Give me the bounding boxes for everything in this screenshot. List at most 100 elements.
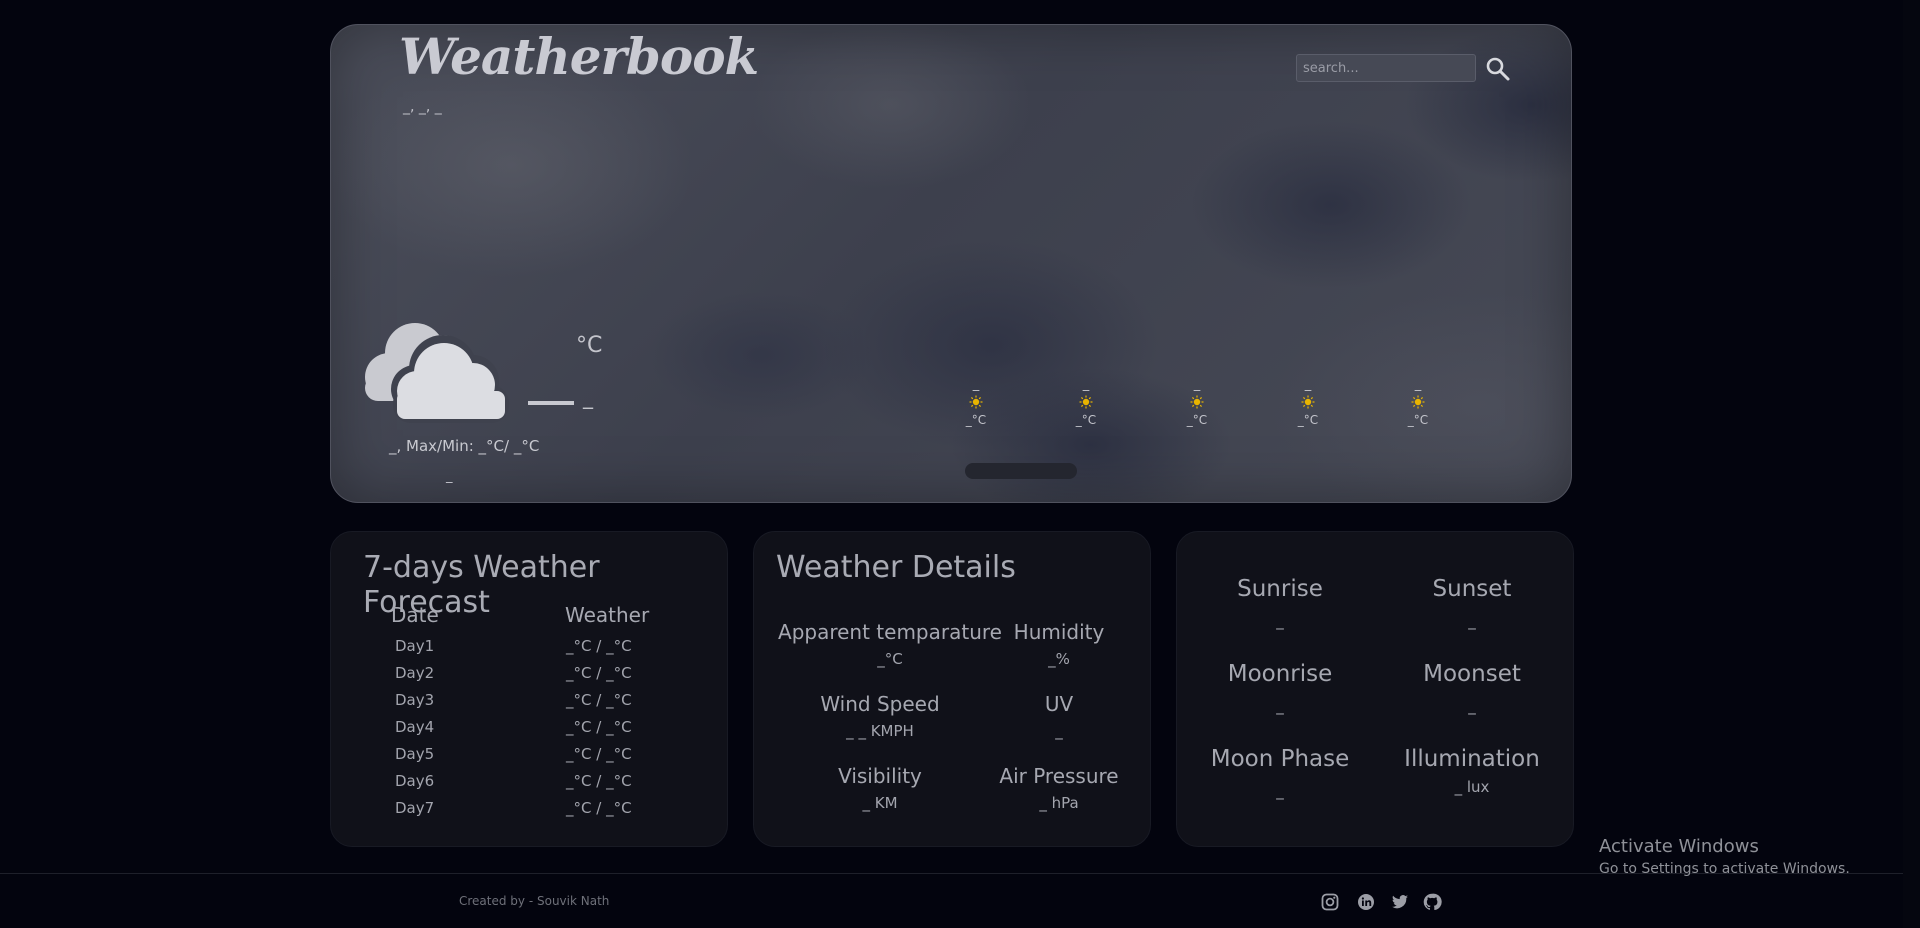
location-date-line: _, _, _ <box>403 99 442 115</box>
detail-label: Air Pressure <box>999 764 1119 788</box>
astro-value: _ <box>1276 697 1284 715</box>
sun-icon <box>969 395 983 409</box>
astro-value: _ <box>1468 697 1476 715</box>
github-icon[interactable] <box>1422 892 1442 912</box>
temp-placeholder-bar <box>528 401 574 405</box>
sun-icon <box>1301 395 1315 409</box>
forecast-day: Day3 <box>395 691 435 709</box>
astro-label: Moonset <box>1423 661 1521 687</box>
hourly-temp: _°C <box>1075 413 1097 427</box>
search-input[interactable] <box>1296 54 1476 82</box>
astro-moonset: Moonset _ <box>1387 661 1557 715</box>
search-icon <box>1486 57 1510 81</box>
hourly-temp: _°C <box>1186 413 1208 427</box>
hourly-time: _ <box>1082 377 1090 392</box>
detail-humidity: Humidity _% <box>984 620 1134 668</box>
detail-label: Humidity <box>1013 620 1105 644</box>
condition-sub: _ <box>446 469 453 484</box>
astro-card: Sunrise _ Sunset _ Moonrise _ Moonset _ … <box>1176 531 1574 847</box>
astro-value: _ <box>1468 612 1476 630</box>
forecast-day: Day7 <box>395 799 435 817</box>
instagram-icon[interactable] <box>1320 892 1340 912</box>
forecast-row: Day2 _°C / _°C <box>331 664 727 691</box>
detail-label: Wind Speed <box>820 692 940 716</box>
forecast-row: Day6 _°C / _°C <box>331 772 727 799</box>
hourly-item: _ _°C <box>1278 377 1338 427</box>
astro-value: _ <box>1276 612 1284 630</box>
condition-maxmin: _, Max/Min: _°C/ _°C <box>389 437 540 455</box>
astro-value: _ lux <box>1454 778 1490 796</box>
detail-label: Apparent temparature <box>778 620 1002 644</box>
astro-value: _ <box>1276 782 1284 800</box>
forecast-day: Day4 <box>395 718 435 736</box>
detail-label: Visibility <box>838 764 922 788</box>
detail-value: _ hPa <box>1039 794 1079 812</box>
astro-moon-phase: Moon Phase _ <box>1195 746 1365 800</box>
forecast-day: Day1 <box>395 637 435 655</box>
hourly-time: _ <box>1414 377 1422 392</box>
detail-value: _°C <box>877 650 903 668</box>
forecast-weather: _°C / _°C <box>566 745 632 763</box>
forecast-day: Day5 <box>395 745 435 763</box>
details-card: Weather Details Apparent temparature _°C… <box>753 531 1151 847</box>
detail-value: _ <box>1055 722 1063 740</box>
hourly-item: _ _°C <box>1388 377 1448 427</box>
hourly-scroll-handle[interactable] <box>965 463 1077 479</box>
astro-illumination: Illumination _ lux <box>1387 746 1557 796</box>
forecast-day: Day2 <box>395 664 435 682</box>
hourly-time: _ <box>1304 377 1312 392</box>
search-button[interactable] <box>1484 55 1512 83</box>
twitter-icon[interactable] <box>1390 892 1410 912</box>
forecast-weather: _°C / _°C <box>566 799 632 817</box>
hourly-temp: _°C <box>965 413 987 427</box>
detail-air-pressure: Air Pressure _ hPa <box>984 764 1134 812</box>
hourly-time: _ <box>1193 377 1201 392</box>
page-scrollbar[interactable] <box>1903 0 1920 928</box>
astro-moonrise: Moonrise _ <box>1195 661 1365 715</box>
temp-unit: °C <box>576 333 603 358</box>
astro-label: Sunset <box>1432 576 1512 602</box>
hero-panel: Weatherbook _, _, _ °C _ _, Max/M <box>330 24 1572 503</box>
forecast-row: Day4 _°C / _°C <box>331 718 727 745</box>
linkedin-icon[interactable] <box>1356 892 1376 912</box>
forecast-row: Day7 _°C / _°C <box>331 799 727 826</box>
astro-label: Sunrise <box>1237 576 1323 602</box>
detail-value: _ KM <box>862 794 898 812</box>
activate-title: Activate Windows <box>1599 836 1759 857</box>
astro-sunrise: Sunrise _ <box>1195 576 1365 630</box>
detail-wind-speed: Wind Speed _ _ KMPH <box>800 692 960 740</box>
sun-icon <box>1190 395 1204 409</box>
forecast-row: Day5 _°C / _°C <box>331 745 727 772</box>
forecast-weather: _°C / _°C <box>566 691 632 709</box>
forecast-col-date: Date <box>391 603 439 627</box>
sun-icon <box>1079 395 1093 409</box>
forecast-weather: _°C / _°C <box>566 718 632 736</box>
detail-value: _% <box>1048 650 1070 668</box>
astro-label: Moonrise <box>1227 661 1333 687</box>
hourly-item: _ _°C <box>946 377 1006 427</box>
detail-visibility: Visibility _ KM <box>800 764 960 812</box>
detail-apparent-temp: Apparent temparature _°C <box>770 620 1010 668</box>
cloud-icon <box>365 323 509 423</box>
hourly-item: _ _°C <box>1056 377 1116 427</box>
current-temp: _ <box>583 385 593 409</box>
forecast-weather: _°C / _°C <box>566 772 632 790</box>
detail-uv: UV _ <box>984 692 1134 740</box>
hourly-item: _ _°C <box>1167 377 1227 427</box>
hourly-time: _ <box>972 377 980 392</box>
detail-value: _ _ KMPH <box>846 722 914 740</box>
forecast-day: Day6 <box>395 772 435 790</box>
sun-icon <box>1411 395 1425 409</box>
forecast-weather: _°C / _°C <box>566 637 632 655</box>
details-title: Weather Details <box>776 550 1016 585</box>
astro-sunset: Sunset _ <box>1387 576 1557 630</box>
forecast-row: Day1 _°C / _°C <box>331 637 727 664</box>
astro-label: Illumination <box>1404 746 1540 772</box>
activate-subtitle: Go to Settings to activate Windows. <box>1599 861 1850 877</box>
astro-label: Moon Phase <box>1210 746 1350 772</box>
activate-windows-watermark: Activate Windows Go to Settings to activ… <box>1599 836 1850 877</box>
hourly-temp: _°C <box>1407 413 1429 427</box>
forecast-col-weather: Weather <box>565 603 650 627</box>
detail-label: UV <box>1044 692 1074 716</box>
brand-logo: Weatherbook <box>399 27 759 86</box>
